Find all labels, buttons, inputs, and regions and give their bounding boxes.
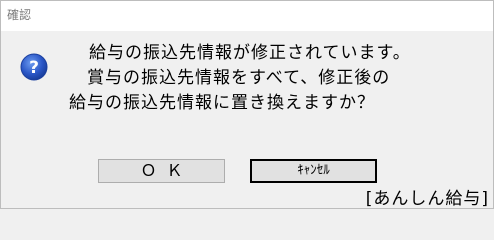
product-label: [あんしん給与] xyxy=(365,189,489,209)
confirm-dialog: 確認 ? 給与の振込先情報が修正されています。 賞与の振込先情報をすべて、修正後… xyxy=(0,0,494,209)
window-title: 確認 xyxy=(7,8,32,22)
question-icon: ? xyxy=(20,53,48,81)
cancel-button[interactable]: ｷｬﾝｾﾙ xyxy=(250,159,377,183)
message-line-3: 給与の振込先情報に置き換えますか？ xyxy=(69,93,375,113)
title-bar[interactable]: 確認 xyxy=(1,1,493,31)
message-text: 給与の振込先情報が修正されています。 賞与の振込先情報をすべて、修正後の 給与の… xyxy=(61,41,481,116)
message-line-1: 給与の振込先情報が修正されています。 xyxy=(89,43,411,63)
ok-button[interactable]: ＯＫ xyxy=(98,159,225,183)
svg-text:?: ? xyxy=(29,58,39,78)
message-line-2: 賞与の振込先情報をすべて、修正後の xyxy=(87,68,391,88)
